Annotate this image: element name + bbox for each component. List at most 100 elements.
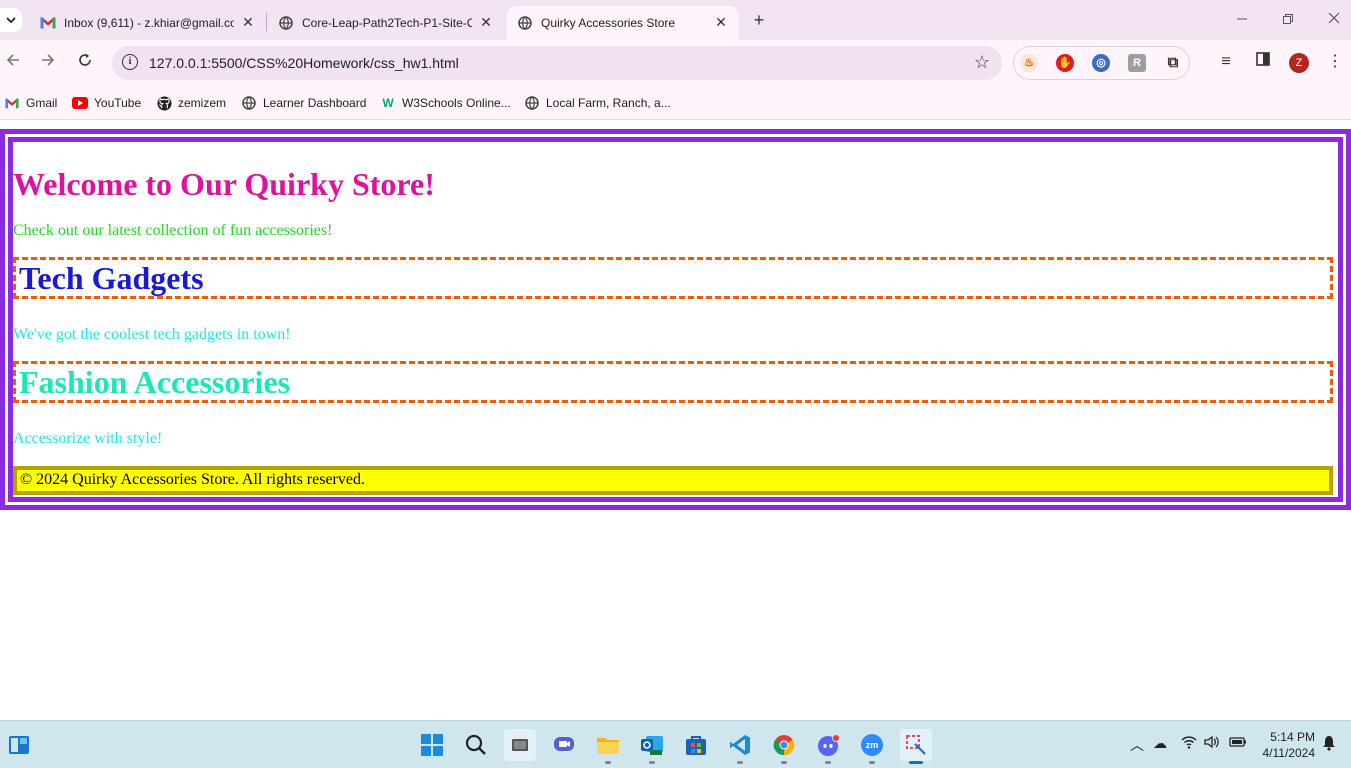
tab-core-leap[interactable]: Core-Leap-Path2Tech-P1-Site-C ✕ bbox=[268, 6, 504, 40]
browser-toolbar: i 127.0.0.1:5500/CSS%20Homework/css_hw1.… bbox=[0, 40, 1351, 86]
store-icon[interactable] bbox=[680, 729, 712, 761]
chat-icon[interactable] bbox=[548, 729, 580, 761]
ublock-extension-icon[interactable]: ✋ bbox=[1056, 54, 1074, 72]
fire-extension-icon[interactable]: ♨ bbox=[1020, 54, 1038, 72]
section-title: Fashion Accessories bbox=[19, 364, 291, 400]
tab-strip: Inbox (9,611) - z.khiar@gmail.com ✕ Core… bbox=[0, 0, 1351, 40]
restore-icon bbox=[1283, 14, 1293, 24]
tab-gmail[interactable]: Inbox (9,611) - z.khiar@gmail.com ✕ bbox=[30, 6, 266, 40]
bookmark-learner-dashboard[interactable]: Learner Dashboard bbox=[241, 92, 366, 114]
puzzle-extensions-icon[interactable]: ⧉ bbox=[1164, 54, 1182, 72]
zoom-icon[interactable]: zm bbox=[856, 729, 888, 764]
bookmark-zemizem[interactable]: zemizem bbox=[156, 92, 226, 114]
running-indicator bbox=[649, 761, 655, 764]
clock-time: 5:14 PM bbox=[1270, 730, 1315, 744]
window-close-button[interactable] bbox=[1322, 8, 1346, 32]
bookmark-label: Local Farm, Ranch, a... bbox=[546, 96, 671, 110]
snipping-tool-icon[interactable] bbox=[900, 729, 932, 764]
vscode-icon[interactable] bbox=[724, 729, 756, 764]
bookmark-star-icon[interactable]: ☆ bbox=[974, 52, 990, 73]
intro-text: Check out our latest collection of fun a… bbox=[13, 222, 333, 239]
running-indicator bbox=[825, 761, 831, 764]
system-clock[interactable]: 5:14 PM 4/11/2024 bbox=[1255, 729, 1316, 761]
inner-border-box: Welcome to Our Quirky Store! Check out o… bbox=[8, 137, 1343, 502]
close-icon[interactable]: ✕ bbox=[713, 14, 729, 30]
chevron-up-icon[interactable]: ︿ bbox=[1130, 735, 1144, 755]
running-indicator bbox=[781, 761, 787, 764]
globe-icon bbox=[241, 95, 257, 111]
tab-title: Core-Leap-Path2Tech-P1-Site-C bbox=[302, 16, 472, 30]
ring-extension-icon[interactable]: ◎ bbox=[1092, 54, 1110, 72]
forward-button[interactable] bbox=[36, 51, 60, 75]
bookmark-label: Gmail bbox=[26, 96, 58, 110]
arrow-right-icon bbox=[42, 54, 55, 66]
bookmark-w3schools[interactable]: W W3Schools Online... bbox=[380, 92, 511, 114]
tab-title: Quirky Accessories Store bbox=[541, 16, 676, 30]
close-icon[interactable]: ✕ bbox=[240, 14, 256, 30]
bookmark-label: W3Schools Online... bbox=[402, 96, 511, 110]
task-view-icon[interactable] bbox=[504, 729, 536, 761]
gmail-icon bbox=[40, 15, 56, 31]
globe-icon bbox=[524, 95, 540, 111]
close-icon bbox=[1328, 12, 1340, 24]
page-viewport: Welcome to Our Quirky Store! Check out o… bbox=[0, 121, 1351, 719]
tab-separator bbox=[266, 13, 267, 31]
chevron-down-icon bbox=[6, 17, 16, 24]
new-tab-button[interactable]: + bbox=[748, 9, 770, 31]
start-icon[interactable] bbox=[416, 729, 448, 761]
onedrive-icon[interactable]: ☁ bbox=[1153, 735, 1167, 752]
bookmarks-bar: Gmail YouTube zemizem Learner Dashboard … bbox=[0, 86, 1351, 120]
chrome-icon[interactable] bbox=[768, 729, 800, 764]
bookmark-gmail[interactable]: Gmail bbox=[4, 92, 57, 114]
section-fashion-accessories: Fashion Accessories bbox=[13, 361, 1333, 403]
outer-border-box: Welcome to Our Quirky Store! Check out o… bbox=[0, 129, 1351, 510]
page-footer: © 2024 Quirky Accessories Store. All rig… bbox=[13, 466, 1333, 495]
wifi-icon[interactable] bbox=[1181, 735, 1197, 752]
widgets-icon[interactable] bbox=[3, 729, 35, 761]
bookmark-label: Learner Dashboard bbox=[263, 96, 367, 110]
search-icon[interactable] bbox=[460, 729, 492, 761]
address-bar[interactable]: i 127.0.0.1:5500/CSS%20Homework/css_hw1.… bbox=[112, 46, 1002, 80]
close-icon[interactable]: ✕ bbox=[478, 14, 494, 30]
url-text: 127.0.0.1:5500/CSS%20Homework/css_hw1.ht… bbox=[149, 55, 459, 71]
notification-bell-icon[interactable] bbox=[1322, 735, 1336, 754]
outlook-icon[interactable] bbox=[636, 729, 668, 764]
r-extension-icon[interactable]: R bbox=[1128, 54, 1146, 72]
side-panel-icon[interactable] bbox=[1253, 52, 1273, 72]
bookmark-label: YouTube bbox=[94, 96, 142, 110]
file-explorer-icon[interactable] bbox=[592, 729, 624, 764]
bookmark-local-farm[interactable]: Local Farm, Ranch, a... bbox=[524, 92, 671, 114]
bookmark-youtube[interactable]: YouTube bbox=[72, 92, 141, 114]
windows-taskbar: zm ︿ ☁ 5:14 PM 4/11/2024 bbox=[0, 720, 1351, 768]
discord-icon[interactable] bbox=[812, 729, 844, 764]
battery-icon[interactable] bbox=[1229, 735, 1247, 751]
tab-quirky-store[interactable]: Quirky Accessories Store ✕ bbox=[507, 6, 739, 40]
globe-icon bbox=[517, 15, 533, 31]
back-button[interactable] bbox=[1, 51, 25, 75]
w3schools-icon: W bbox=[382, 96, 394, 110]
arrow-left-icon bbox=[6, 54, 19, 66]
extensions-group: ♨ ✋ ◎ R ⧉ bbox=[1013, 46, 1190, 80]
tab-search-button[interactable] bbox=[0, 8, 22, 32]
section-title: Tech Gadgets bbox=[19, 260, 204, 296]
youtube-icon bbox=[72, 95, 88, 111]
volume-icon[interactable] bbox=[1204, 735, 1220, 752]
minimize-button[interactable] bbox=[1230, 8, 1254, 32]
github-icon bbox=[156, 95, 172, 111]
section-text: We've got the coolest tech gadgets in to… bbox=[13, 326, 291, 343]
section-text: Accessorize with style! bbox=[13, 430, 163, 447]
profile-avatar[interactable]: Z bbox=[1289, 53, 1309, 73]
restore-button[interactable] bbox=[1276, 8, 1300, 32]
tab-search-list-icon[interactable]: ≡ bbox=[1216, 52, 1236, 72]
minimize-icon bbox=[1237, 18, 1247, 20]
running-indicator bbox=[869, 761, 875, 764]
section-tech-gadgets: Tech Gadgets bbox=[13, 257, 1333, 299]
running-indicator bbox=[605, 761, 611, 764]
site-info-icon[interactable]: i bbox=[122, 54, 138, 70]
gmail-icon bbox=[4, 95, 20, 111]
running-indicator bbox=[909, 761, 923, 764]
reload-icon bbox=[79, 54, 91, 66]
page-heading: Welcome to Our Quirky Store! bbox=[13, 166, 435, 202]
reload-button[interactable] bbox=[73, 51, 97, 75]
menu-kebab-icon[interactable]: ⋮ bbox=[1325, 52, 1345, 72]
